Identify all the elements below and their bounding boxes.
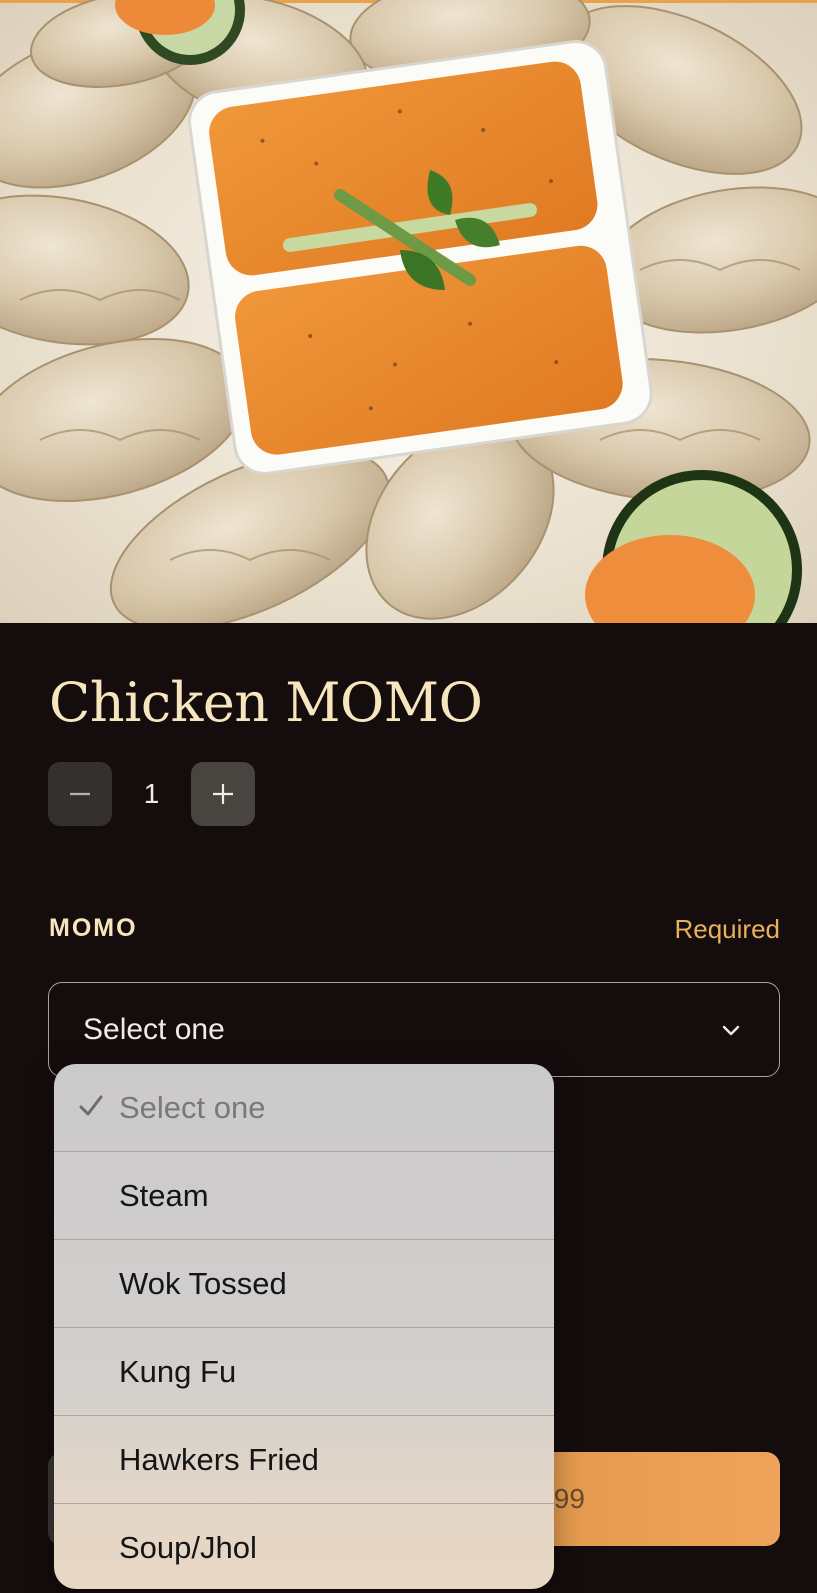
chevron-down-icon <box>722 1025 740 1035</box>
option-group-label: MOMO <box>49 914 138 942</box>
decrease-quantity-button[interactable] <box>48 762 112 826</box>
plus-icon <box>213 784 233 804</box>
minus-icon <box>70 792 90 796</box>
option-label: Soup/Jhol <box>119 1530 257 1565</box>
product-title: Chicken MOMO <box>49 671 483 734</box>
option-select-one[interactable]: Select one <box>54 1064 554 1152</box>
option-label: Kung Fu <box>119 1353 237 1389</box>
option-steam[interactable]: Steam <box>54 1152 554 1240</box>
option-label: Select one <box>119 1089 266 1125</box>
select-current-value: Select one <box>83 1012 225 1046</box>
option-kung-fu[interactable]: Kung Fu <box>54 1328 554 1416</box>
add-to-cart-button[interactable]: .99 <box>520 1452 780 1546</box>
option-hawkers-fried[interactable]: Hawkers Fried <box>54 1416 554 1504</box>
increase-quantity-button[interactable] <box>191 762 255 826</box>
select-options-popup: Select one Steam Wok Tossed Kung Fu Hawk… <box>54 1064 554 1589</box>
product-detail-page: Chicken MOMO 1 MOMO Required Select one … <box>0 0 817 1593</box>
checkmark-icon <box>79 1095 103 1116</box>
option-wok-tossed[interactable]: Wok Tossed <box>54 1240 554 1328</box>
option-label: Wok Tossed <box>119 1265 287 1301</box>
required-label: Required <box>674 914 780 944</box>
quantity-stepper: 1 <box>48 762 255 826</box>
momo-plate-illustration <box>0 0 817 623</box>
option-label: Steam <box>119 1177 209 1213</box>
momo-style-select[interactable]: Select one <box>48 982 780 1077</box>
quantity-value: 1 <box>143 778 160 809</box>
option-label: Hawkers Fried <box>119 1441 319 1477</box>
option-soup-jhol[interactable]: Soup/Jhol <box>54 1504 554 1589</box>
product-hero-image <box>0 0 817 623</box>
